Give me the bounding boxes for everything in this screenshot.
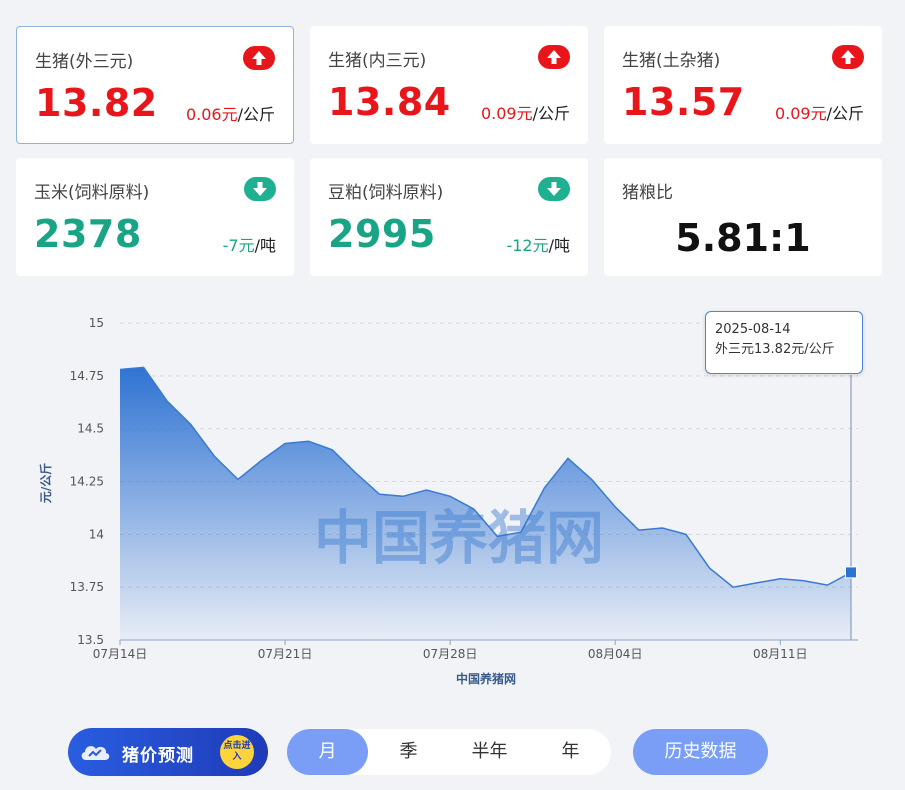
cloud-icon [81, 746, 110, 760]
price-card-soybean-meal[interactable]: 豆粕(饲料原料) 2995 -12元/吨 [310, 158, 588, 276]
period-half-year[interactable]: 半年 [449, 729, 530, 775]
x-tick-label: 08月04日 [588, 647, 643, 661]
chart-watermark: 中国养猪网 [314, 504, 604, 572]
card-change: 0.06元/公斤 [185, 105, 275, 124]
x-tick-label: 08月11日 [753, 647, 808, 661]
tooltip-date: 2025-08-14 [715, 322, 791, 337]
y-axis-ticks: 13.5 13.75 14 14.25 14.5 14.75 15 [70, 316, 104, 647]
x-tick-label: 07月28日 [423, 647, 478, 661]
price-card-corn[interactable]: 玉米(饲料原料) 2378 -7元/吨 [16, 158, 294, 276]
card-title: 生猪(土杂猪) [622, 51, 721, 71]
period-year[interactable]: 年 [530, 729, 611, 775]
promo-label: 猪价预测 [122, 746, 194, 766]
promo-badge: 点击进入 [220, 735, 254, 769]
card-title: 生猪(内三元) [328, 51, 427, 71]
y-tick-label: 15 [89, 316, 104, 330]
y-tick-label: 14.75 [70, 369, 104, 383]
card-title: 豆粕(饲料原料) [328, 183, 444, 203]
period-selector: 月 季 半年 年 [287, 729, 611, 775]
card-change: 0.09元/公斤 [774, 104, 864, 123]
price-card-wai-san-yuan[interactable]: 生猪(外三元) 13.82 0.06元/公斤 [16, 26, 294, 144]
card-value: 13.84 [328, 80, 451, 124]
card-value: 13.57 [622, 80, 745, 124]
card-change: -7元/吨 [222, 236, 276, 255]
arrow-down-icon [244, 177, 276, 201]
x-tick-label: 07月21日 [258, 647, 313, 661]
y-tick-label: 14.5 [77, 422, 104, 436]
y-tick-label: 14.25 [70, 475, 104, 489]
y-tick-label: 14 [89, 527, 104, 541]
ratio-value: 5.81:1 [675, 216, 811, 260]
card-value: 2995 [328, 212, 436, 256]
chart-tooltip: 2025-08-14 外三元13.82元/公斤 [705, 311, 863, 374]
card-value: 13.82 [35, 81, 158, 125]
period-quarter[interactable]: 季 [368, 729, 449, 775]
y-tick-label: 13.75 [70, 580, 104, 594]
card-value: 2378 [34, 212, 142, 256]
x-axis-ticks: 07月14日 07月21日 07月28日 08月04日 08月11日 [93, 640, 808, 661]
arrow-up-icon [832, 45, 864, 69]
history-data-button[interactable]: 历史数据 [633, 729, 768, 775]
y-tick-label: 13.5 [77, 633, 104, 647]
card-title: 猪粮比 [622, 183, 673, 203]
x-tick-label: 07月14日 [93, 647, 148, 661]
arrow-up-icon [538, 45, 570, 69]
bottom-controls: 猪价预测 点击进入 月 季 半年 年 历史数据 [0, 720, 905, 790]
card-change: -12元/吨 [506, 236, 570, 255]
price-forecast-button[interactable]: 猪价预测 点击进入 [68, 728, 268, 776]
price-card-tu-za-zhu[interactable]: 生猪(土杂猪) 13.57 0.09元/公斤 [604, 26, 882, 144]
card-title: 玉米(饲料原料) [34, 183, 150, 203]
arrow-down-icon [538, 177, 570, 201]
arrow-up-icon [243, 46, 275, 70]
y-axis-title: 元/公斤 [38, 463, 53, 503]
x-axis-title: 中国养猪网 [456, 671, 516, 686]
tooltip-text: 外三元13.82元/公斤 [715, 342, 835, 357]
period-month[interactable]: 月 [287, 729, 368, 775]
price-card-nei-san-yuan[interactable]: 生猪(内三元) 13.84 0.09元/公斤 [310, 26, 588, 144]
price-card-hog-grain-ratio[interactable]: 猪粮比 5.81:1 [604, 158, 882, 276]
card-change: 0.09元/公斤 [480, 104, 570, 123]
card-title: 生猪(外三元) [35, 52, 134, 72]
tooltip-point-marker [845, 566, 857, 579]
